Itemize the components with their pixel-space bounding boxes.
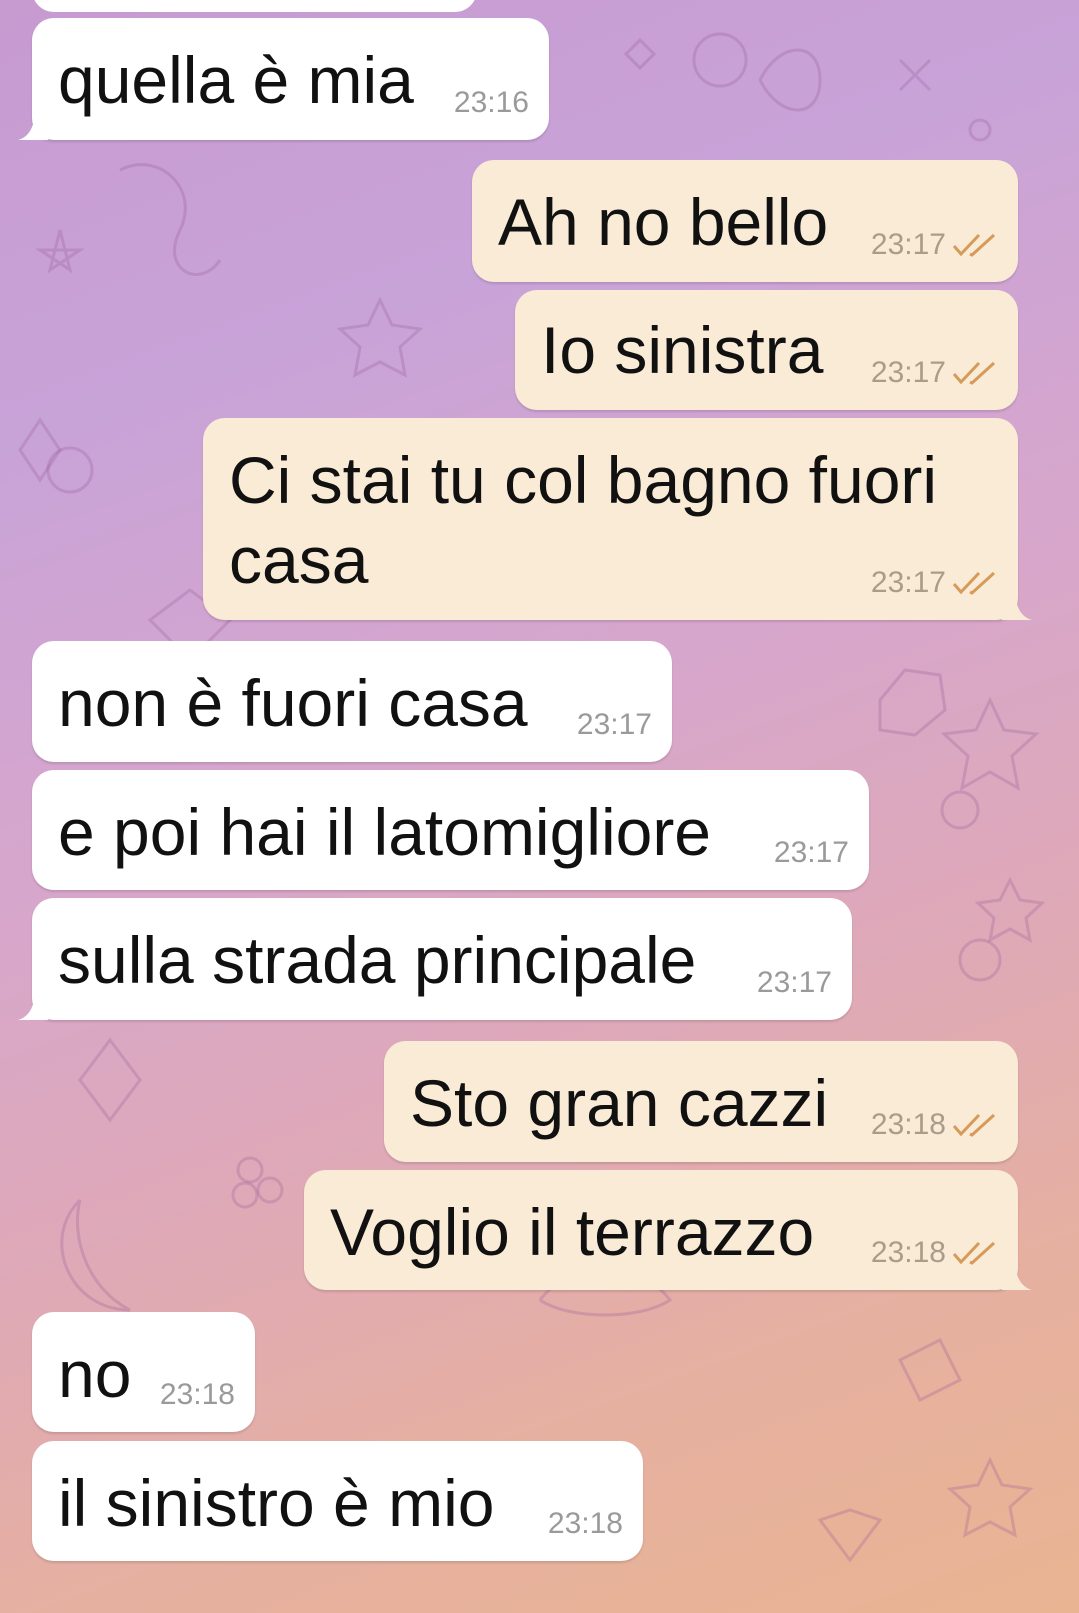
message-meta: 23:17 (757, 966, 832, 1000)
bubble-tail (1002, 1266, 1032, 1290)
message-text: Io sinistra (541, 313, 824, 387)
message-meta: 23:17 (871, 356, 998, 390)
message-time: 23:17 (870, 228, 946, 261)
message-time: 23:18 (870, 1236, 946, 1269)
message-bubble-outgoing[interactable]: Ah no bello 23:17 (472, 160, 1018, 282)
message-bubble-incoming[interactable]: no 23:18 (32, 1312, 255, 1432)
message-time: 23:17 (870, 566, 946, 599)
message-time: 23:17 (576, 708, 652, 741)
message-meta: 23:16 (454, 86, 529, 120)
message-text: Voglio il terrazzo (330, 1195, 815, 1269)
message-time: 23:17 (756, 966, 832, 999)
message-bubble-outgoing[interactable]: Ci stai tu col bagno fuori casa 23:17 (203, 418, 1032, 620)
message-bubble-incoming[interactable]: quella è mia 23:16 (18, 18, 549, 140)
message-bubble-outgoing[interactable]: Io sinistra 23:17 (515, 290, 1018, 410)
message-meta: 23:18 (548, 1507, 623, 1541)
message-text: sulla strada principale (58, 923, 697, 997)
message-time: 23:18 (547, 1507, 623, 1540)
message-meta: 23:18 (871, 1236, 998, 1270)
message-bubble-incoming[interactable]: non è fuori casa 23:17 (32, 641, 672, 762)
message-bubble-outgoing[interactable]: Sto gran cazzi 23:18 (384, 1041, 1018, 1162)
message-time: 23:17 (870, 356, 946, 389)
message-time: 23:18 (159, 1378, 235, 1411)
message-meta: 23:18 (160, 1378, 235, 1412)
message-meta: 23:17 (774, 836, 849, 870)
message-meta: 23:18 (871, 1108, 998, 1142)
double-check-icon (952, 361, 998, 385)
message-text: quella è mia (58, 43, 414, 117)
bubble-tail (18, 116, 48, 140)
message-bubble-incoming[interactable]: il sinistro è mio 23:18 (32, 1441, 643, 1561)
double-check-icon (952, 1241, 998, 1265)
message-meta: 23:17 (871, 228, 998, 262)
previous-message-fragment (32, 0, 477, 12)
message-text: Ci stai tu col bagno fuori casa (229, 443, 938, 597)
double-check-icon (952, 1113, 998, 1137)
bubble-tail (18, 996, 48, 1020)
message-time: 23:16 (453, 86, 529, 119)
message-time: 23:17 (773, 836, 849, 869)
message-bubble-incoming[interactable]: sulla strada principale 23:17 (18, 898, 852, 1020)
bubble-tail (1002, 596, 1032, 620)
message-bubble-outgoing[interactable]: Voglio il terrazzo 23:18 (304, 1170, 1032, 1290)
message-text: no (58, 1337, 132, 1411)
message-meta: 23:17 (871, 566, 998, 600)
double-check-icon (952, 571, 998, 595)
message-text: e poi hai il latomigliore (58, 795, 712, 869)
double-check-icon (952, 233, 998, 257)
message-text: non è fuori casa (58, 666, 528, 740)
message-time: 23:18 (870, 1108, 946, 1141)
message-text: il sinistro è mio (58, 1466, 495, 1540)
message-bubble-incoming[interactable]: e poi hai il latomigliore 23:17 (32, 770, 869, 890)
message-text: Ah no bello (498, 185, 829, 259)
message-text: Sto gran cazzi (410, 1066, 829, 1140)
message-meta: 23:17 (577, 708, 652, 742)
